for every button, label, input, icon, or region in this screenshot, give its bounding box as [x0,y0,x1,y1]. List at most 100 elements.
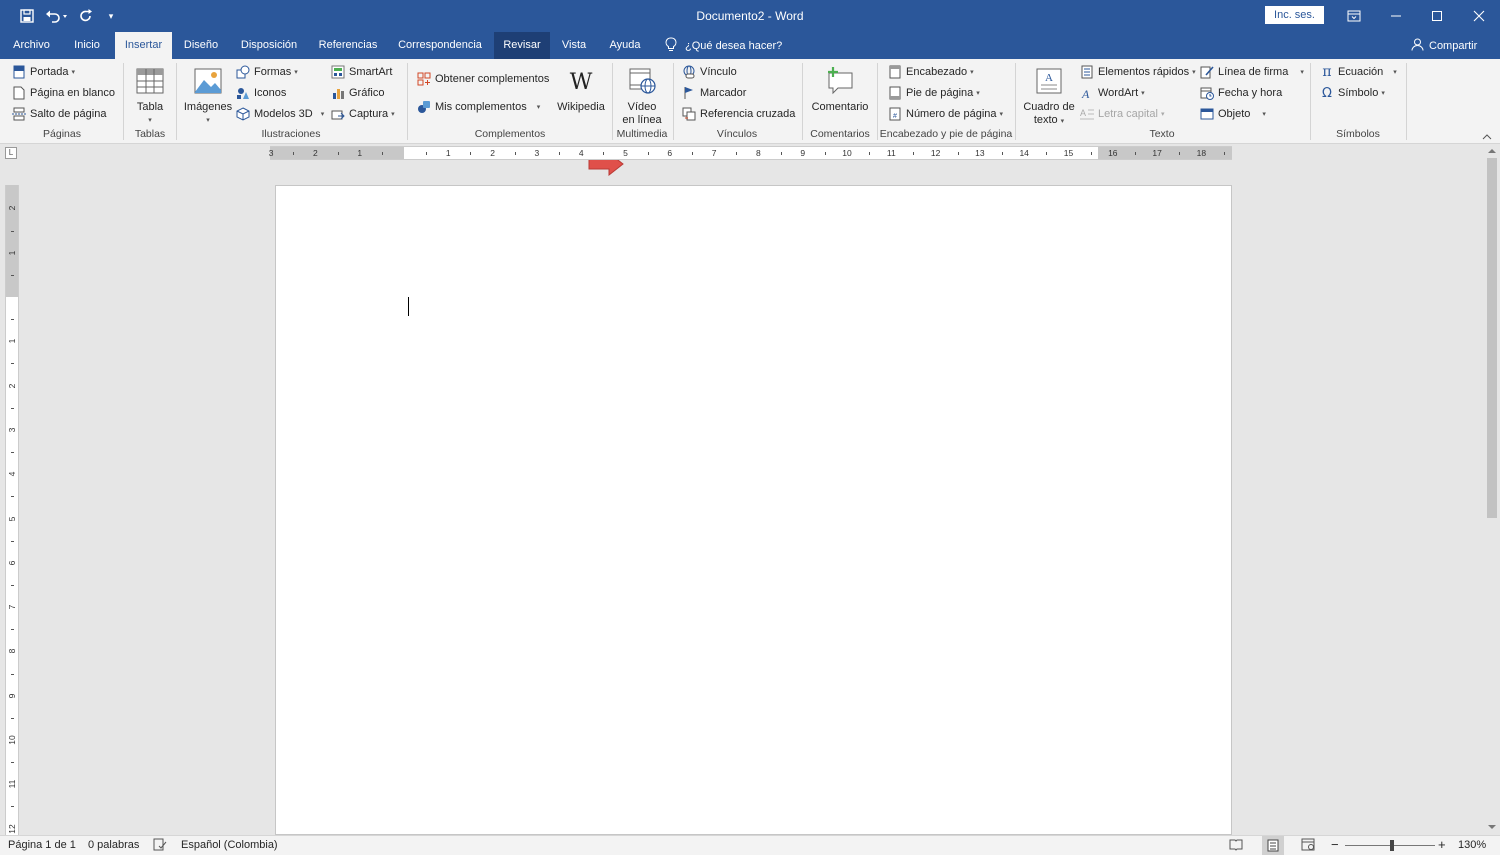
portada-button[interactable]: Portada ▾ [12,63,75,81]
linea-de-firma-button[interactable]: Línea de firma ▾ [1200,63,1304,81]
tab-selector[interactable]: L [5,147,17,159]
imagenes-button[interactable]: Imágenes ▾ [182,65,234,127]
vertical-scrollbar[interactable] [1484,144,1500,835]
ruler-number: 3 [7,427,17,433]
zoom-level[interactable]: 130% [1458,839,1486,851]
grafico-button[interactable]: Gráfico [331,84,384,102]
tab-referencias[interactable]: Referencias [312,32,384,59]
ruler-number: 5 [7,516,17,521]
letra-capital-button[interactable]: A Letra capital ▾ [1080,105,1164,123]
tab-vista[interactable]: Vista [555,32,593,59]
read-mode-icon[interactable] [1229,838,1243,854]
tab-correspondencia[interactable]: Correspondencia [391,32,489,59]
maximize-icon[interactable] [1416,0,1458,32]
tab-diseno[interactable]: Diseño [176,32,226,59]
vertical-ruler[interactable]: 2 1 1 2 3 4 5 6 7 8 9 10 11 12 [5,185,19,835]
ruler-number: 12 [7,823,17,834]
video-en-linea-button[interactable]: Vídeo en línea [617,65,667,127]
customize-qat-icon[interactable]: ▾ [104,7,118,25]
group-separator [1406,63,1407,140]
ruler-tick [1090,152,1092,155]
svg-text:A: A [1045,72,1053,84]
footer-icon [888,86,902,100]
ruler-number: 11 [886,148,896,158]
print-layout-icon[interactable] [1262,836,1284,855]
modelos-3d-button[interactable]: Modelos 3D ▾ [236,105,324,123]
obtener-complementos-button[interactable]: Obtener complementos [417,70,549,88]
ruler-number: 1 [7,338,17,344]
tab-archivo[interactable]: Archivo [4,32,59,59]
fecha-y-hora-button[interactable]: Fecha y hora [1200,84,1282,102]
captura-button[interactable]: Captura ▾ [331,105,395,123]
pie-de-pagina-button[interactable]: Pie de página ▾ [888,84,980,102]
online-video-icon [626,65,658,97]
encabezado-button[interactable]: Encabezado ▾ [888,63,974,81]
close-icon[interactable] [1458,0,1500,32]
marcador-button[interactable]: Marcador [682,84,746,102]
numero-de-pagina-button[interactable]: # Número de página ▾ [888,105,1003,123]
person-icon [1411,38,1424,54]
icons-icon [236,86,250,100]
ruler-number: 10 [7,735,17,745]
word-window: ▾ Documento2 - Word Inc. ses. Archivo In… [0,0,1500,855]
ribbon-display-options-icon[interactable] [1333,0,1375,32]
tab-inicio[interactable]: Inicio [64,32,110,59]
tab-ayuda[interactable]: Ayuda [601,32,649,59]
wordart-button[interactable]: A WordArt ▾ [1080,84,1145,102]
scroll-down-icon[interactable] [1487,824,1497,831]
svg-text:A: A [1081,87,1090,100]
cover-page-icon [12,65,26,79]
language[interactable]: Español (Colombia) [181,839,278,851]
formas-button[interactable]: Formas ▾ [236,63,298,81]
mis-complementos-button[interactable]: Mis complementos ▾ [417,98,540,116]
share-button[interactable]: Compartir [1411,38,1477,53]
tabla-button[interactable]: Tabla ▾ [128,65,172,127]
zoom-out-button[interactable]: − [1331,837,1339,852]
horizontal-ruler[interactable]: 3 2 1 1 2 3 4 5 6 7 8 9 10 11 12 13 14 15 16 17 18 [269,146,1232,160]
group-separator [1015,63,1016,140]
pagina-en-blanco-button[interactable]: Página en blanco [12,84,115,102]
tab-revisar[interactable]: Revisar [494,32,550,59]
cuadro-de-texto-button[interactable]: A Cuadro de texto ▾ [1020,65,1078,128]
scrollbar-thumb[interactable] [1487,158,1497,518]
ruler-tick [11,363,14,365]
collapse-ribbon-icon[interactable] [1482,131,1492,143]
vinculo-button[interactable]: Vínculo [682,63,737,81]
minimize-icon[interactable] [1375,0,1417,32]
group-label-complementos: Complementos [474,128,546,140]
document-page[interactable] [275,185,1232,835]
simbolo-button[interactable]: Ω Símbolo ▾ [1320,84,1385,102]
word-count[interactable]: 0 palabras [88,839,139,851]
undo-icon[interactable] [44,7,70,25]
signature-line-icon [1200,65,1214,79]
tab-disposicion[interactable]: Disposición [233,32,305,59]
wikipedia-button[interactable]: W Wikipedia [556,67,606,114]
tab-insertar[interactable]: Insertar [115,32,172,59]
text-cursor [408,297,409,316]
group-label-encabezado: Encabezado y pie de página [879,128,1013,140]
ruler-number: 7 [7,604,17,610]
salto-de-pagina-button[interactable]: Salto de página [12,105,106,123]
ruler-number: 5 [623,148,628,158]
iconos-button[interactable]: Iconos [236,84,286,102]
svg-text:#: # [893,113,897,120]
proofing-icon[interactable] [153,838,167,854]
save-icon[interactable] [18,7,36,25]
elementos-rapidos-button[interactable]: Elementos rápidos ▾ [1080,63,1196,81]
ruler-tick [11,540,14,542]
sign-in-button[interactable]: Inc. ses. [1265,6,1324,24]
zoom-in-button[interactable]: + [1438,837,1446,852]
zoom-slider-thumb[interactable] [1390,840,1394,851]
scroll-up-icon[interactable] [1487,147,1497,154]
web-layout-icon[interactable] [1301,838,1315,854]
objeto-button[interactable]: Objeto ▾ [1200,105,1266,123]
redo-icon[interactable] [77,7,95,25]
quick-parts-icon [1080,65,1094,79]
referencia-cruzada-button[interactable]: Referencia cruzada [682,105,795,123]
page-count[interactable]: Página 1 de 1 [8,839,76,851]
comentario-button[interactable]: Comentario [808,65,872,114]
tell-me-search[interactable]: ¿Qué desea hacer? [665,36,782,53]
ruler-tick [1179,152,1181,155]
ecuacion-button[interactable]: π Ecuación ▾ [1320,63,1396,81]
smartart-button[interactable]: SmartArt [331,63,392,81]
